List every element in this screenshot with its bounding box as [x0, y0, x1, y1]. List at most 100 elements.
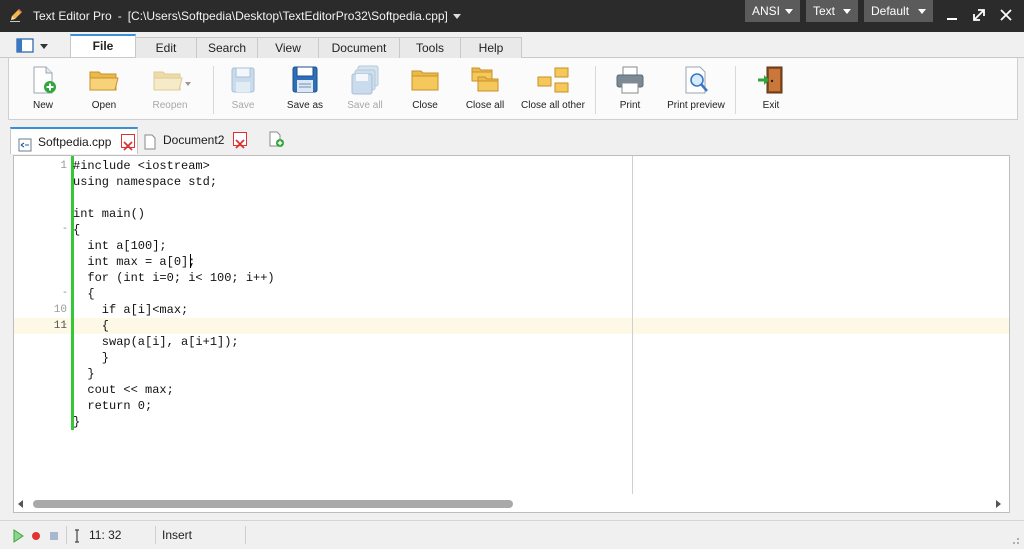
close-all-other-button[interactable]: Close all other	[519, 64, 587, 118]
tab-edit[interactable]: Edit	[135, 37, 197, 58]
resize-grip-icon[interactable]	[1010, 535, 1020, 545]
close-all-label: Close all	[465, 100, 505, 111]
code-line: int max = a[0];	[14, 254, 624, 270]
close-all-button[interactable]: Close all	[463, 64, 507, 118]
exit-label: Exit	[762, 100, 780, 111]
new-tab-icon[interactable]	[267, 130, 285, 151]
close-all-other-icon	[537, 67, 569, 93]
open-folder-icon	[89, 71, 119, 91]
text-cursor	[190, 254, 191, 268]
scrollbar-thumb[interactable]	[33, 500, 513, 508]
exit-door-icon	[758, 66, 783, 94]
new-label: New	[32, 100, 53, 111]
reopen-label: Reopen	[152, 100, 188, 111]
document-tab-label: Document2	[163, 133, 225, 147]
quick-access-menu[interactable]	[14, 37, 54, 55]
open-button[interactable]: Open	[81, 64, 127, 118]
ribbon-separator	[213, 66, 214, 114]
print-button[interactable]: Print	[612, 64, 648, 118]
document-tab-document2[interactable]: Document2	[136, 127, 252, 154]
save-as-button[interactable]: Save as	[285, 64, 325, 118]
maximize-button[interactable]	[969, 5, 989, 25]
app-name: Text Editor Pro	[33, 9, 112, 23]
code-line: 10 if a[i]<max;	[14, 302, 624, 318]
close-button[interactable]: Close	[405, 64, 445, 118]
code-text: {	[73, 223, 81, 237]
printer-icon	[616, 66, 644, 94]
line-number: 10	[53, 304, 67, 316]
document-tab-softpedia[interactable]: Softpedia.cpp	[10, 127, 138, 154]
code-line: -{	[14, 222, 624, 238]
code-line: swap(a[i], a[i+1]);	[14, 334, 624, 350]
code-line: return 0;	[14, 398, 624, 414]
mode-dropdown[interactable]: Text	[806, 0, 858, 22]
title-bar: Text Editor Pro - [C:\Users\Softpedia\Desk…	[0, 0, 1024, 32]
code-line: for (int i=0; i< 100; i++)	[14, 270, 624, 286]
save-as-label: Save as	[286, 100, 324, 111]
reopen-folder-icon	[153, 71, 191, 91]
tab-view[interactable]: View	[257, 37, 319, 58]
record-macro-icon[interactable]	[30, 529, 42, 546]
close-tab-icon[interactable]	[121, 134, 135, 151]
tab-search[interactable]: Search	[196, 37, 258, 58]
document-tab-bar: Softpedia.cpp Document2	[0, 124, 1024, 155]
code-text: #include <iostream>	[73, 159, 210, 173]
print-preview-button[interactable]: Print preview	[666, 64, 726, 118]
save-all-icon	[351, 65, 379, 95]
code-text: }	[73, 351, 110, 365]
print-preview-label: Print preview	[667, 100, 725, 111]
code-text: {	[73, 319, 110, 333]
path-dropdown-icon[interactable]	[452, 14, 461, 20]
ribbon-separator	[735, 66, 736, 114]
encoding-dropdown[interactable]: ANSI	[745, 0, 800, 22]
print-label: Print	[619, 100, 641, 111]
code-text: swap(a[i], a[i+1]);	[73, 335, 239, 349]
status-bar: 11: 32 Insert	[0, 520, 1024, 549]
code-line: }	[14, 350, 624, 366]
mode-label: Text	[813, 4, 836, 18]
scroll-left-icon[interactable]	[18, 500, 23, 508]
tab-tools[interactable]: Tools	[399, 37, 461, 58]
save-all-button[interactable]: Save all	[345, 64, 385, 118]
insert-mode[interactable]: Insert	[162, 528, 192, 542]
horizontal-scrollbar[interactable]	[15, 496, 1008, 512]
reopen-button[interactable]: Reopen	[139, 64, 201, 118]
tab-file-label: File	[92, 39, 114, 53]
scroll-right-icon[interactable]	[996, 500, 1001, 508]
code-text: if a[i]<max;	[73, 303, 189, 317]
code-text: cout << max;	[73, 383, 174, 397]
fold-marker[interactable]: -	[61, 318, 69, 334]
close-window-button[interactable]	[996, 5, 1016, 25]
minimize-button[interactable]	[942, 5, 962, 25]
right-margin-guide	[632, 156, 633, 494]
close-all-other-label: Close all other	[521, 100, 585, 111]
window-title: Text Editor Pro - [C:\Users\Softpedia\Desk…	[33, 9, 461, 23]
ribbon-separator	[595, 66, 596, 114]
close-folder-icon	[411, 70, 439, 91]
stop-macro-icon[interactable]	[48, 529, 60, 546]
code-line: }	[14, 414, 624, 430]
exit-button[interactable]: Exit	[753, 64, 789, 118]
code-line: - {	[14, 286, 624, 302]
tab-file[interactable]: File	[70, 34, 136, 57]
code-text: }	[73, 367, 95, 381]
code-editor[interactable]: 1 #include <iostream> using namespace std;…	[13, 155, 1010, 513]
save-button[interactable]: Save	[225, 64, 261, 118]
play-macro-icon[interactable]	[11, 529, 25, 546]
fold-marker[interactable]: -	[61, 222, 69, 238]
document-tab-label: Softpedia.cpp	[38, 135, 112, 149]
style-dropdown[interactable]: Default	[864, 0, 933, 22]
tab-help[interactable]: Help	[460, 37, 522, 58]
close-label: Close	[412, 100, 438, 111]
tab-tools-label: Tools	[415, 41, 444, 55]
close-tab-icon[interactable]	[233, 132, 247, 149]
fold-marker[interactable]: -	[61, 286, 69, 302]
open-label: Open	[91, 100, 117, 111]
code-text: {	[73, 287, 95, 301]
status-divider	[245, 526, 246, 544]
new-button[interactable]: New	[23, 64, 63, 118]
save-disk-icon	[231, 67, 255, 93]
save-label: Save	[231, 100, 255, 111]
tab-document[interactable]: Document	[318, 37, 400, 58]
cursor-position-icon	[72, 529, 82, 546]
